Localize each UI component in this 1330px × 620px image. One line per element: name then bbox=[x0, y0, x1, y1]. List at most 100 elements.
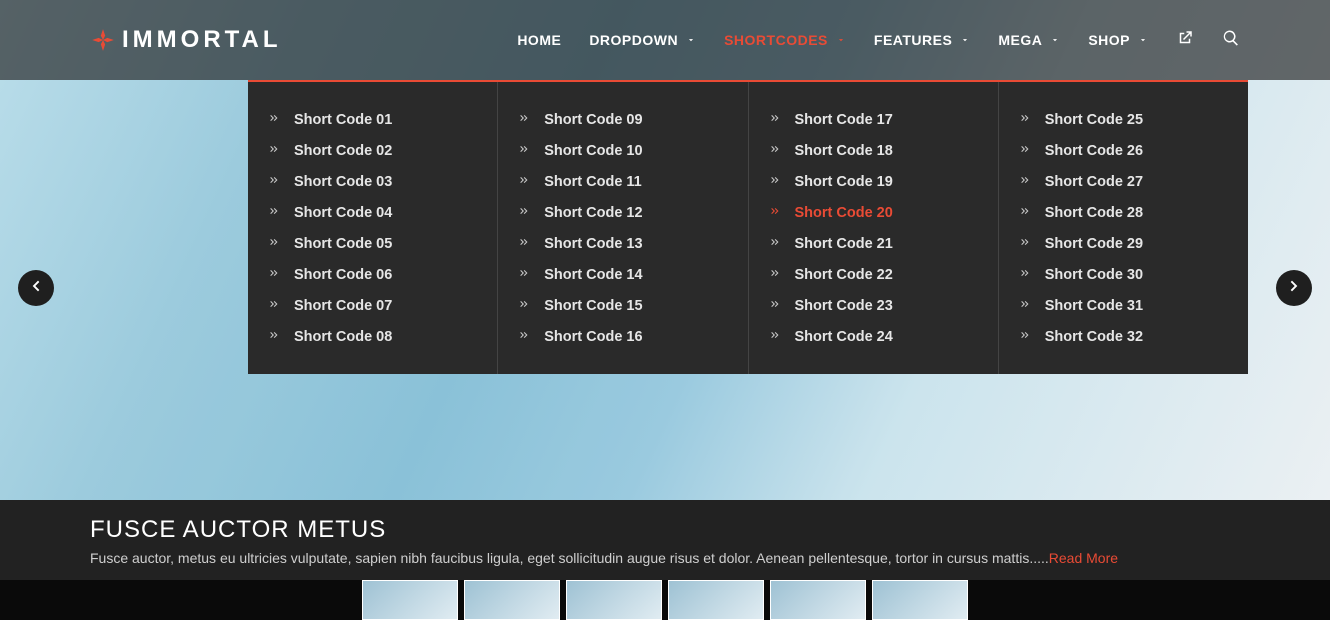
read-more-link[interactable]: Read More bbox=[1049, 550, 1118, 566]
mega-item[interactable]: Short Code 03 bbox=[268, 166, 477, 197]
nav-item-label: MEGA bbox=[998, 32, 1042, 48]
mega-item[interactable]: Short Code 07 bbox=[268, 290, 477, 321]
mega-item-label: Short Code 10 bbox=[544, 143, 642, 159]
mega-item-label: Short Code 23 bbox=[795, 298, 893, 314]
double-chevron-right-icon bbox=[268, 112, 280, 128]
double-chevron-right-icon bbox=[769, 236, 781, 252]
mega-item[interactable]: Short Code 15 bbox=[518, 290, 727, 321]
mega-item-label: Short Code 13 bbox=[544, 236, 642, 252]
chevron-down-icon bbox=[960, 32, 970, 48]
double-chevron-right-icon bbox=[1019, 112, 1031, 128]
mega-item[interactable]: Short Code 09 bbox=[518, 104, 727, 135]
double-chevron-right-icon bbox=[769, 329, 781, 345]
thumbnail[interactable] bbox=[668, 580, 764, 620]
mega-item[interactable]: Short Code 28 bbox=[1019, 197, 1228, 228]
nav-item-dropdown[interactable]: DROPDOWN bbox=[589, 32, 696, 48]
mega-item[interactable]: Short Code 14 bbox=[518, 259, 727, 290]
slider-prev-button[interactable] bbox=[18, 270, 54, 306]
brand-name: IMMORTAL bbox=[122, 26, 282, 54]
mega-item[interactable]: Short Code 24 bbox=[769, 321, 978, 352]
mega-item[interactable]: Short Code 19 bbox=[769, 166, 978, 197]
mega-item[interactable]: Short Code 29 bbox=[1019, 228, 1228, 259]
mega-item[interactable]: Short Code 05 bbox=[268, 228, 477, 259]
mega-item[interactable]: Short Code 12 bbox=[518, 197, 727, 228]
thumbnail[interactable] bbox=[872, 580, 968, 620]
shortcodes-mega-menu: Short Code 01 Short Code 02Short Code 03 S… bbox=[248, 80, 1248, 374]
slider-thumbnails bbox=[0, 580, 1330, 620]
mega-item-label: Short Code 16 bbox=[544, 329, 642, 345]
mega-item[interactable]: Short Code 06 bbox=[268, 259, 477, 290]
mega-item[interactable]: Short Code 10 bbox=[518, 135, 727, 166]
mega-item[interactable]: Short Code 04 bbox=[268, 197, 477, 228]
thumbnail[interactable] bbox=[464, 580, 560, 620]
double-chevron-right-icon bbox=[1019, 329, 1031, 345]
mega-item-label: Short Code 28 bbox=[1045, 205, 1143, 221]
double-chevron-right-icon bbox=[1019, 143, 1031, 159]
double-chevron-right-icon bbox=[268, 329, 280, 345]
nav-item-shop[interactable]: SHOP bbox=[1088, 32, 1148, 48]
thumbnail[interactable] bbox=[566, 580, 662, 620]
mega-item[interactable]: Short Code 22 bbox=[769, 259, 978, 290]
mega-item-label: Short Code 27 bbox=[1045, 174, 1143, 190]
mega-item[interactable]: Short Code 26 bbox=[1019, 135, 1228, 166]
mega-item[interactable]: Short Code 16 bbox=[518, 321, 727, 352]
mega-item-label: Short Code 17 bbox=[795, 112, 893, 128]
slider-next-button[interactable] bbox=[1276, 270, 1312, 306]
nav-item-home[interactable]: HOME bbox=[517, 32, 561, 48]
mega-item[interactable]: Short Code 32 bbox=[1019, 321, 1228, 352]
mega-item[interactable]: Short Code 30 bbox=[1019, 259, 1228, 290]
nav-item-shortcodes[interactable]: SHORTCODES bbox=[724, 32, 846, 48]
hero-title: FUSCE AUCTOR METUS bbox=[90, 516, 1240, 544]
brand-logo[interactable]: IMMORTAL bbox=[90, 26, 282, 54]
mega-item[interactable]: Short Code 11 bbox=[518, 166, 727, 197]
double-chevron-right-icon bbox=[1019, 174, 1031, 190]
mega-item[interactable]: Short Code 02 bbox=[268, 135, 477, 166]
mega-item-label: Short Code 04 bbox=[294, 205, 392, 221]
double-chevron-right-icon bbox=[268, 267, 280, 283]
thumbnail[interactable] bbox=[770, 580, 866, 620]
mega-item[interactable]: Short Code 23 bbox=[769, 290, 978, 321]
mega-item-label: Short Code 30 bbox=[1045, 267, 1143, 283]
nav-utility-icons bbox=[1176, 29, 1240, 52]
nav-item-label: FEATURES bbox=[874, 32, 952, 48]
double-chevron-right-icon bbox=[769, 143, 781, 159]
mega-item-label: Short Code 22 bbox=[795, 267, 893, 283]
mega-item-label: Short Code 21 bbox=[795, 236, 893, 252]
double-chevron-right-icon bbox=[518, 112, 530, 128]
share-icon[interactable] bbox=[1176, 29, 1194, 52]
mega-item[interactable]: Short Code 27 bbox=[1019, 166, 1228, 197]
mega-item-label: Short Code 01 bbox=[294, 112, 392, 128]
mega-item[interactable]: Short Code 17 bbox=[769, 104, 978, 135]
mega-item[interactable]: Short Code 31 bbox=[1019, 290, 1228, 321]
double-chevron-right-icon bbox=[268, 236, 280, 252]
mega-item[interactable]: Short Code 01 bbox=[268, 104, 477, 135]
chevron-down-icon bbox=[1138, 32, 1148, 48]
mega-item[interactable]: Short Code 08 bbox=[268, 321, 477, 352]
double-chevron-right-icon bbox=[268, 143, 280, 159]
double-chevron-right-icon bbox=[1019, 267, 1031, 283]
double-chevron-right-icon bbox=[769, 205, 781, 221]
mega-item-label: Short Code 15 bbox=[544, 298, 642, 314]
mega-item[interactable]: Short Code 13 bbox=[518, 228, 727, 259]
mega-item-label: Short Code 09 bbox=[544, 112, 642, 128]
mega-item-label: Short Code 06 bbox=[294, 267, 392, 283]
double-chevron-right-icon bbox=[268, 174, 280, 190]
mega-item-label: Short Code 19 bbox=[795, 174, 893, 190]
mega-item[interactable]: Short Code 18 bbox=[769, 135, 978, 166]
mega-item[interactable]: Short Code 21 bbox=[769, 228, 978, 259]
mega-item-label: Short Code 31 bbox=[1045, 298, 1143, 314]
mega-item-label: Short Code 11 bbox=[544, 174, 642, 190]
mega-item-label: Short Code 12 bbox=[544, 205, 642, 221]
thumbnail[interactable] bbox=[362, 580, 458, 620]
nav-item-features[interactable]: FEATURES bbox=[874, 32, 970, 48]
mega-item[interactable]: Short Code 25 bbox=[1019, 104, 1228, 135]
double-chevron-right-icon bbox=[518, 298, 530, 314]
nav-item-mega[interactable]: MEGA bbox=[998, 32, 1060, 48]
nav-item-label: SHORTCODES bbox=[724, 32, 828, 48]
double-chevron-right-icon bbox=[518, 143, 530, 159]
mega-item-label: Short Code 20 bbox=[795, 205, 893, 221]
search-icon[interactable] bbox=[1222, 29, 1240, 52]
mega-item[interactable]: Short Code 20 bbox=[769, 197, 978, 228]
chevron-left-icon bbox=[28, 278, 44, 299]
double-chevron-right-icon bbox=[518, 236, 530, 252]
